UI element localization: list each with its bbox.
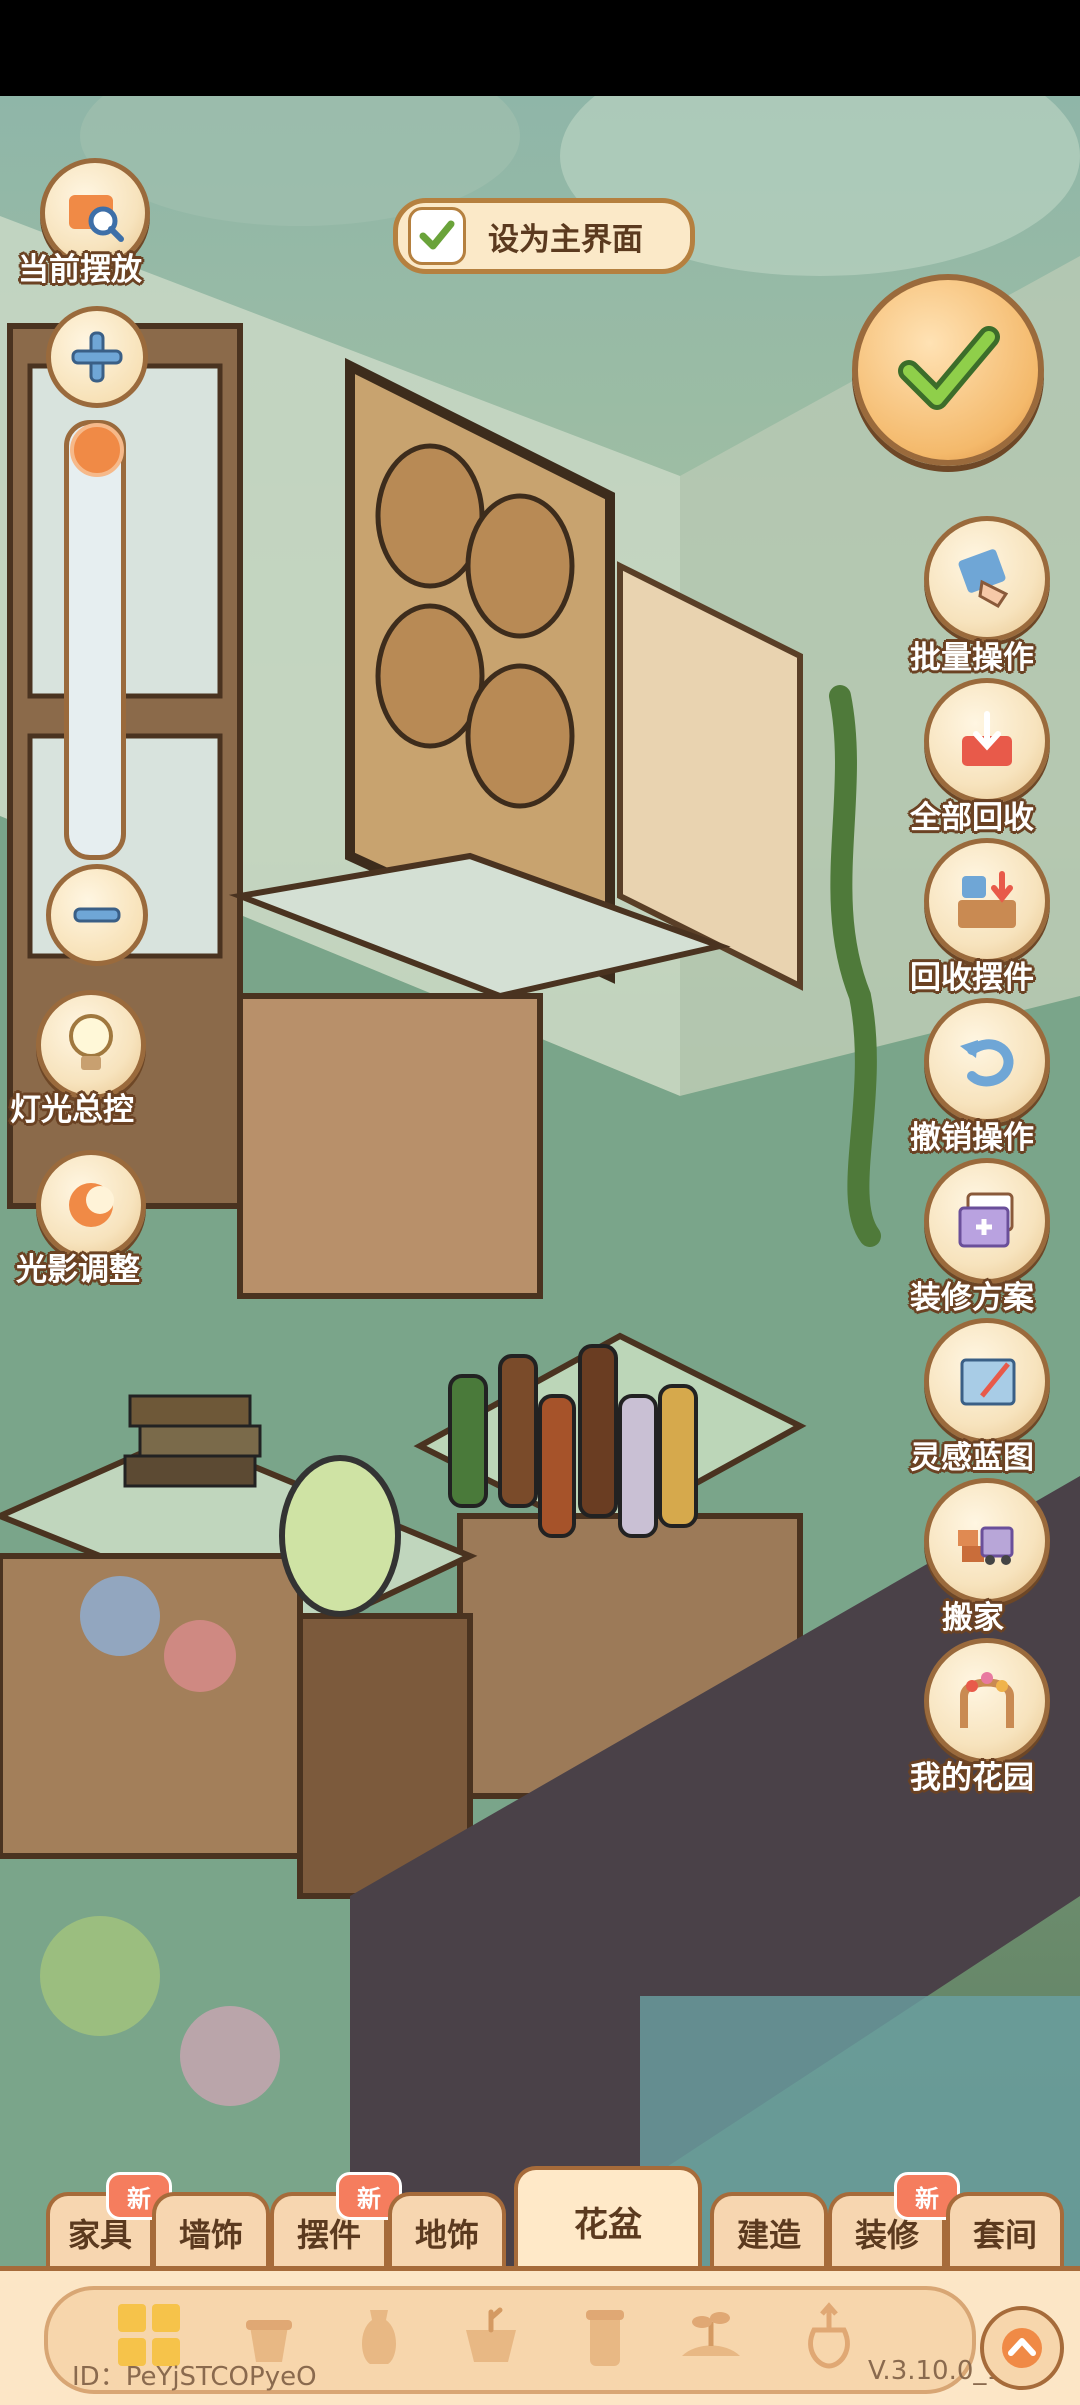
shadow-adjust-label: 光影调整 — [16, 1252, 140, 1288]
renovation-plan-button[interactable] — [924, 1158, 1050, 1284]
big-check-icon — [898, 326, 1000, 410]
undo-label: 撤销操作 — [910, 1120, 1034, 1156]
bulb-icon[interactable] — [794, 2300, 864, 2370]
confirm-button[interactable] — [852, 274, 1044, 466]
garden-arch-icon — [960, 1672, 1014, 1728]
current-placement-label: 当前摆放 — [18, 252, 142, 288]
blueprint-icon — [960, 1358, 1016, 1406]
inspiration-blueprint-label: 灵感蓝图 — [910, 1440, 1034, 1476]
tab-flowerpot-label: 花盆 — [574, 2204, 642, 2245]
recycle-decor-button[interactable] — [924, 838, 1050, 964]
tab-ornaments[interactable]: 摆件 新 — [270, 2172, 402, 2270]
recycle-box-icon — [958, 871, 1016, 928]
tab-suite[interactable]: 套间 — [946, 2192, 1064, 2270]
hand-swipe-icon — [958, 549, 1009, 608]
recycle-tray-icon — [962, 711, 1012, 766]
zoom-out-button[interactable] — [46, 864, 148, 966]
light-control-label: 灯光总控 — [10, 1092, 134, 1128]
undo-button[interactable] — [924, 998, 1050, 1124]
batch-operation-label: 批量操作 — [910, 640, 1034, 676]
set-main-screen-label: 设为主界面 — [488, 221, 643, 258]
vase-icon[interactable] — [344, 2300, 414, 2370]
tab-floor-decor[interactable]: 地饰 — [388, 2192, 506, 2270]
tab-renovate[interactable]: 装修 新 — [828, 2172, 960, 2270]
undo-icon — [960, 1039, 1014, 1087]
recycle-all-button[interactable] — [924, 678, 1050, 804]
recycle-decor-label: 回收摆件 — [910, 960, 1034, 996]
renovation-plan-label: 装修方案 — [910, 1280, 1034, 1316]
magnifier-icon — [69, 195, 124, 242]
inspiration-blueprint-button[interactable] — [924, 1318, 1050, 1444]
player-id: ID：PeYjSTCOPyeO — [72, 2362, 317, 2392]
tab-floor-decor-label: 地饰 — [414, 2216, 479, 2254]
zoom-in-button[interactable] — [46, 306, 148, 408]
chevron-up-icon — [1002, 2328, 1042, 2368]
batch-operation-button[interactable] — [924, 516, 1050, 642]
recycle-all-label: 全部回收 — [910, 800, 1034, 836]
tall-pot-icon[interactable] — [570, 2300, 640, 2370]
tab-build-label: 建造 — [736, 2216, 801, 2254]
tab-wall-decor-label: 墙饰 — [178, 2216, 243, 2254]
zoom-slider-track[interactable] — [64, 420, 126, 860]
my-garden-label: 我的花园 — [910, 1760, 1034, 1796]
tab-suite-label: 套间 — [972, 2216, 1037, 2254]
tab-build[interactable]: 建造 — [710, 2192, 828, 2270]
move-house-button[interactable] — [924, 1478, 1050, 1604]
planter-icon[interactable] — [456, 2300, 526, 2370]
tab-flowerpot[interactable]: 花盆 — [514, 2166, 702, 2272]
move-house-label: 搬家 — [942, 1600, 1004, 1636]
set-main-screen-toggle[interactable]: 设为主界面 — [393, 198, 695, 274]
tab-wall-decor[interactable]: 墙饰 — [152, 2192, 270, 2270]
my-garden-button[interactable] — [924, 1638, 1050, 1764]
tab-furniture[interactable]: 家具 新 — [46, 2172, 172, 2270]
sprout-icon[interactable] — [676, 2300, 746, 2370]
moving-truck-icon — [958, 1526, 1014, 1565]
lightbulb-icon — [69, 1014, 113, 1070]
layout-plan-icon — [958, 1192, 1014, 1248]
plus-icon — [71, 331, 123, 383]
sun-moon-icon — [69, 1183, 114, 1227]
expand-panel-button[interactable] — [980, 2306, 1064, 2390]
check-icon — [408, 207, 466, 265]
zoom-slider-thumb[interactable] — [70, 423, 124, 478]
minus-icon — [73, 907, 121, 923]
